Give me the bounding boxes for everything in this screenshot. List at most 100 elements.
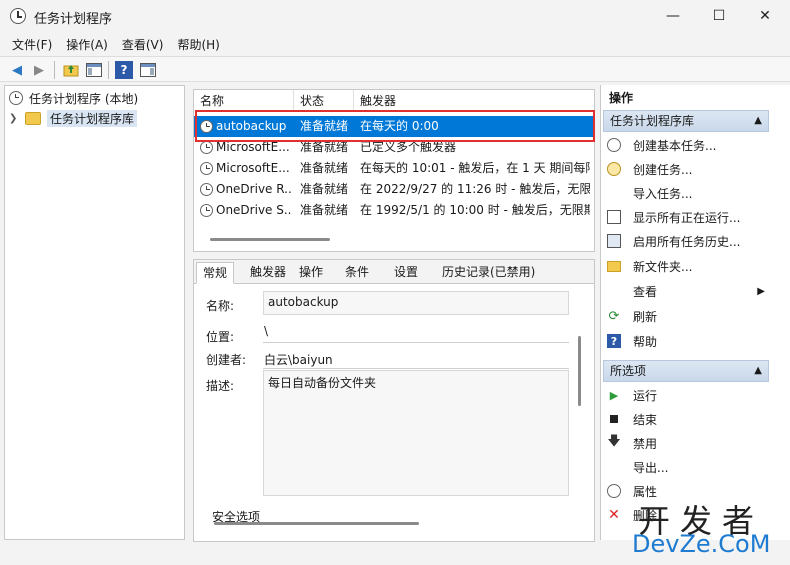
table-row[interactable]: OneDrive R... 准备就绪 在 2022/9/27 的 11:26 时… [194,179,594,200]
task-icon [200,204,213,217]
chevron-right-icon[interactable]: ❯ [9,113,21,124]
table-row[interactable]: OneDrive S... 准备就绪 在 1992/5/1 的 10:00 时 … [194,200,594,221]
horizontal-scrollbar[interactable] [214,522,419,525]
task-trigger: 在 1992/5/1 的 10:00 时 - 触发后，无限期 [360,203,590,217]
list-icon [607,210,621,224]
stop-icon [607,412,621,426]
collapse-up-icon[interactable]: ▲ [754,361,762,381]
tab-history[interactable]: 历史记录(已禁用) [436,262,541,284]
help-icon[interactable]: ? [115,61,133,79]
tab-bar: 常规 触发器 操作 条件 设置 历史记录(已禁用) [194,260,594,284]
up-folder-icon[interactable] [62,61,80,79]
task-name: MicrosoftE... [216,140,290,154]
submenu-arrow-icon: ▶ [757,285,765,297]
action-run[interactable]: ▶ 运行 [607,384,771,406]
action-label: 新文件夹... [633,259,693,274]
tab-triggers[interactable]: 触发器 [244,262,292,284]
back-arrow-icon[interactable]: ◀ [8,61,26,79]
menu-action[interactable]: 操作(A) [60,36,114,53]
action-enable-history[interactable]: 启用所有任务历史... [607,230,771,252]
action-label: 刷新 [633,309,658,324]
author-label: 创建者: [206,353,247,367]
minimize-button[interactable]: — [650,0,696,32]
collapse-up-icon[interactable]: ▲ [754,111,762,131]
action-view[interactable]: 查看 ▶ [607,280,771,302]
forward-arrow-icon[interactable]: ▶ [30,61,48,79]
menu-help[interactable]: 帮助(H) [171,36,225,53]
delete-x-icon: ✕ [608,507,620,523]
task-name: OneDrive S... [216,203,292,217]
action-new-folder[interactable]: 新文件夹... [607,255,771,277]
author-underline [263,368,569,369]
action-create-task[interactable]: 创建任务... [607,158,771,180]
tree-item-local[interactable]: 任务计划程序 (本地) [9,88,138,108]
task-list: 名称 状态 触发器 autobackup 准备就绪 在每天的 0:00 Micr… [193,89,595,252]
play-icon: ▶ [609,388,619,402]
action-label: 创建基本任务... [633,138,717,153]
help-icon: ? [607,334,621,348]
window-title: 任务计划程序 [34,12,113,27]
action-label: 创建任务... [633,162,693,177]
action-end[interactable]: 结束 [607,408,771,430]
section-selected-header[interactable]: 所选项 ▲ [603,360,769,382]
folder-icon [607,260,621,272]
horizontal-scrollbar[interactable] [210,238,330,241]
watermark: 开发者 DevZe.CoM [630,496,790,560]
tab-settings[interactable]: 设置 [388,262,424,284]
column-header-trigger[interactable]: 触发器 [354,90,594,112]
action-disable[interactable]: 🡇 禁用 [607,432,771,454]
action-help[interactable]: ? 帮助 [607,330,771,352]
location-value: \ [264,324,269,338]
menu-file[interactable]: 文件(F) [6,36,58,53]
action-create-basic-task[interactable]: 创建基本任务... [607,134,771,156]
actions-title: 操作 [609,91,634,105]
down-arrow-icon: 🡇 [607,434,621,449]
action-label: 结束 [633,412,658,427]
tree-item-library[interactable]: ❯ 任务计划程序库 [9,108,138,128]
action-label: 导出... [633,460,669,475]
task-icon [200,183,213,196]
clock-icon [9,91,23,105]
maximize-button[interactable]: ☐ [696,0,742,32]
toolbar-separator [108,61,109,79]
table-row[interactable]: MicrosoftE... 准备就绪 在每天的 10:01 - 触发后，在 1 … [194,158,594,179]
task-status: 准备就绪 [300,119,349,133]
action-export[interactable]: 导出... [607,456,771,478]
show-hide-tree-icon[interactable] [85,61,103,79]
section-selected-label: 所选项 [610,364,647,378]
column-header-status[interactable]: 状态 [294,90,354,112]
action-label: 帮助 [633,334,658,349]
task-trigger: 已定义多个触发器 [360,140,457,154]
table-row[interactable]: autobackup 准备就绪 在每天的 0:00 [194,116,594,137]
tab-actions[interactable]: 操作 [293,262,329,284]
tree-pane: 任务计划程序 (本地) ❯ 任务计划程序库 [4,85,185,540]
table-row[interactable]: MicrosoftE... 准备就绪 已定义多个触发器 [194,137,594,158]
toolbar: ◀ ▶ ? [0,56,790,82]
task-status: 准备就绪 [300,161,349,175]
tree-item-label: 任务计划程序 (本地) [29,91,139,106]
vertical-scrollbar[interactable] [578,336,581,406]
name-field[interactable]: autobackup [263,291,569,315]
section-library-label: 任务计划程序库 [610,114,695,128]
details-pane: 常规 触发器 操作 条件 设置 历史记录(已禁用) 名称: autobackup… [193,259,595,542]
tab-conditions[interactable]: 条件 [339,262,375,284]
action-refresh[interactable]: ⟳ 刷新 [607,305,771,327]
task-name: OneDrive R... [216,182,292,196]
action-pane-icon[interactable] [139,61,157,79]
description-field[interactable]: 每日自动备份文件夹 [263,370,569,496]
action-import-task[interactable]: 导入任务... [607,182,771,204]
description-label: 描述: [206,379,235,393]
column-header-name[interactable]: 名称 [194,90,294,112]
section-library-header[interactable]: 任务计划程序库 ▲ [603,110,769,132]
tab-general[interactable]: 常规 [196,262,235,284]
action-show-running[interactable]: 显示所有正在运行... [607,206,771,228]
task-status: 准备就绪 [300,182,349,196]
task-icon [200,141,213,154]
task-icon [200,162,213,175]
task-status: 准备就绪 [300,140,349,154]
close-button[interactable]: ✕ [742,0,788,32]
menu-view[interactable]: 查看(V) [116,36,170,53]
author-value: 白云\baiyun [264,353,333,367]
task-status: 准备就绪 [300,203,349,217]
tree-item-label: 任务计划程序库 [47,109,138,127]
